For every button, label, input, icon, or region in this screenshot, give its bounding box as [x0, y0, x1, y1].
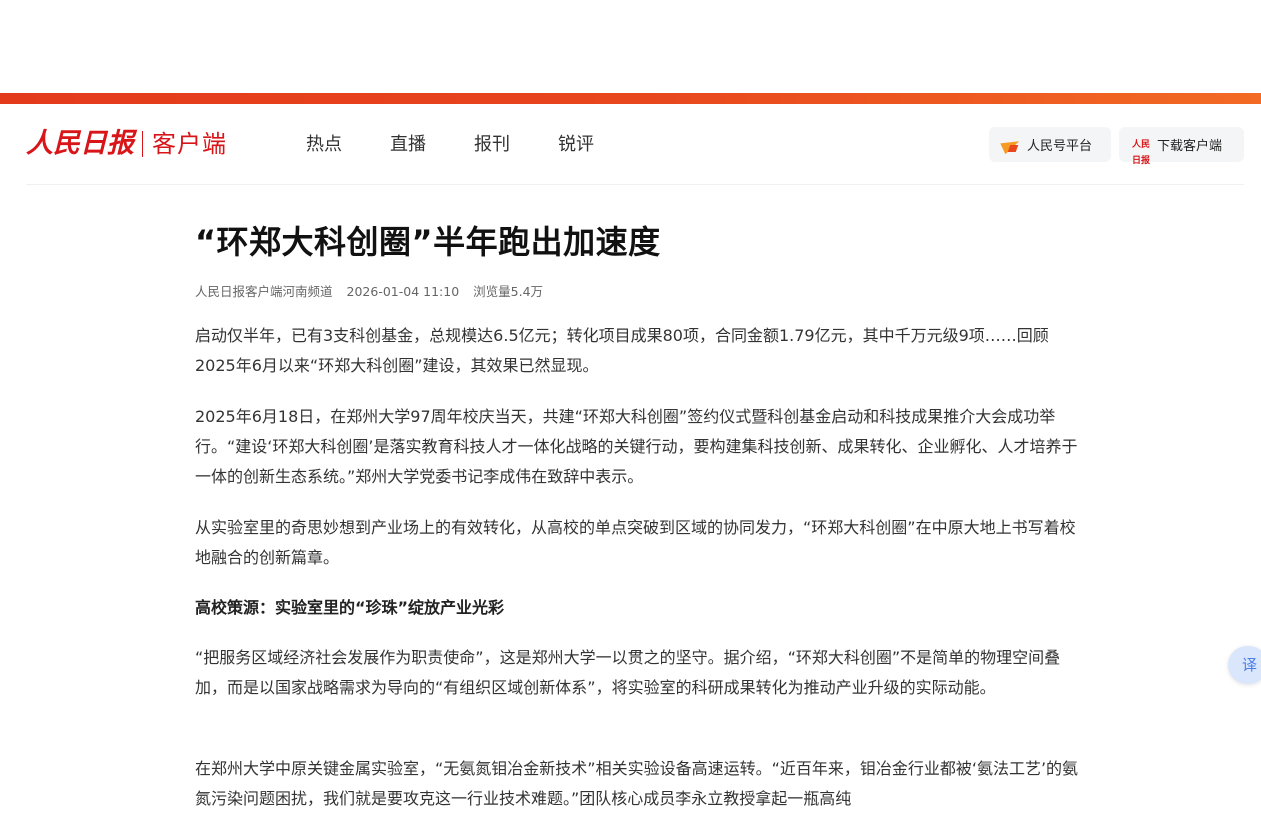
article-datetime: 2026-01-04 11:10: [346, 284, 460, 299]
nav-item-live[interactable]: 直播: [390, 133, 474, 157]
nav-item-newspaper[interactable]: 报刊: [474, 133, 558, 157]
download-app-button[interactable]: 人民日报 下载客户端: [1119, 127, 1244, 166]
article-subheading: 高校策源：实验室里的“珍珠”绽放产业光彩: [195, 598, 505, 617]
logo-main-text: 人民日报: [26, 128, 134, 159]
article-paragraph: “把服务区域经济社会发展作为职责使命”，这是郑州大学一以贯之的坚守。据介绍，“环…: [195, 648, 1061, 697]
article: “环郑大科创圈”半年跑出加速度 人民日报客户端河南频道 2026-01-04 1…: [195, 214, 1079, 808]
article-views: 浏览量5.4万: [473, 284, 544, 299]
article-meta: 人民日报客户端河南频道 2026-01-04 11:10 浏览量5.4万: [195, 283, 1079, 301]
article-paragraph: 从实验室里的奇思妙想到产业场上的有效转化，从高校的单点突破到区域的协同发力，“环…: [195, 518, 1076, 567]
logo-separator: [142, 131, 143, 157]
header-divider: [26, 184, 1244, 185]
top-accent-bar: [0, 93, 1261, 104]
article-paragraph: 启动仅半年，已有3支科创基金，总规模达6.5亿元；转化项目成果80项，合同金额1…: [195, 326, 1049, 375]
nav-item-hot[interactable]: 热点: [306, 133, 390, 157]
site-logo[interactable]: 人民日报 客户端: [26, 126, 227, 162]
logo-sub-text: 客户端: [152, 130, 227, 158]
platform-button-label: 人民号平台: [1027, 139, 1093, 154]
article-paragraph: 2025年6月18日，在郑州大学97周年校庆当天，共建“环郑大科创圈”签约仪式暨…: [195, 407, 1078, 486]
app-logo-icon: 人民日报: [1131, 139, 1150, 166]
platform-button[interactable]: 人民号平台: [989, 127, 1111, 162]
megaphone-icon: [1001, 137, 1021, 153]
download-button-label: 下载客户端: [1157, 139, 1223, 154]
article-source: 人民日报客户端河南频道: [195, 284, 333, 299]
article-title: “环郑大科创圈”半年跑出加速度: [195, 223, 661, 261]
main-nav: 热点 直播 报刊 锐评: [306, 133, 642, 157]
nav-item-commentary[interactable]: 锐评: [558, 133, 642, 157]
article-paragraph: 在郑州大学中原关键金属实验室，“无氨氮钼冶金新技术”相关实验设备高速运转。“近百…: [195, 759, 1079, 808]
translate-button[interactable]: 译: [1228, 646, 1261, 684]
